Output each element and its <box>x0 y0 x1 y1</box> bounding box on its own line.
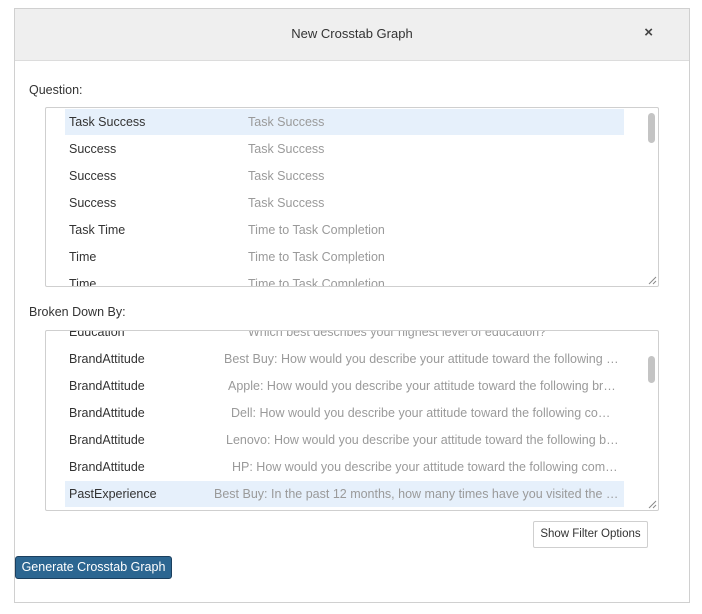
list-item-name: PastExperience <box>69 487 157 501</box>
list-item-description: Dell: How would you describe your attitu… <box>231 406 619 420</box>
breakdown-scrollbar[interactable] <box>645 332 657 496</box>
list-item[interactable]: PastExperience Best Buy: In the past 12 m… <box>65 481 624 507</box>
close-button[interactable]: × <box>644 25 653 40</box>
list-item-description: Task Success <box>248 196 325 210</box>
list-item-name: Success <box>69 196 117 210</box>
dialog-header: New Crosstab Graph × <box>15 9 689 61</box>
list-item-description: HP: How would you describe your attitude… <box>232 460 619 474</box>
list-item-description: Task Success <box>248 115 325 129</box>
list-item[interactable]: BrandAttitude HP: How would you describe … <box>65 454 624 480</box>
list-item[interactable]: BrandAttitude Lenovo: How would you descr… <box>65 427 624 453</box>
list-item-name: BrandAttitude <box>69 352 145 366</box>
list-item[interactable]: BrandAttitude Apple: How would you descri… <box>65 373 624 399</box>
list-item-name: Time <box>69 250 97 264</box>
list-item-description: Task Success <box>248 169 325 183</box>
generate-crosstab-graph-button[interactable]: Generate Crosstab Graph <box>15 556 172 579</box>
breakdown-list-rows: Education Which best describes your highe… <box>46 331 644 510</box>
list-item-name: BrandAttitude <box>69 433 145 447</box>
resize-grip-icon[interactable] <box>647 275 657 285</box>
broken-down-by-listbox[interactable]: Education Which best describes your highe… <box>45 330 659 511</box>
list-item[interactable]: Success Task Success <box>65 136 624 162</box>
show-filter-options-button[interactable]: Show Filter Options <box>533 521 648 548</box>
question-label: Question: <box>29 83 83 97</box>
dialog-title: New Crosstab Graph <box>291 26 413 41</box>
list-item-name: BrandAttitude <box>69 379 145 393</box>
list-item-description: Best Buy: In the past 12 months, how man… <box>214 487 619 501</box>
list-item-name: BrandAttitude <box>69 460 145 474</box>
question-scroll-thumb[interactable] <box>648 113 655 143</box>
list-item-name: Task Time <box>69 223 126 237</box>
broken-down-by-label: Broken Down By: <box>29 305 126 319</box>
list-item[interactable]: Time Time to Task Completion <box>65 271 624 286</box>
crosstab-dialog: New Crosstab Graph × Question: Task Succ… <box>14 8 690 603</box>
list-item-name: Success <box>69 169 117 183</box>
list-item[interactable]: BrandAttitude Dell: How would you describ… <box>65 400 624 426</box>
list-item-description: Task Success <box>248 142 325 156</box>
breakdown-scroll-thumb[interactable] <box>648 356 655 383</box>
list-item[interactable]: Success Task Success <box>65 190 624 216</box>
list-item-description: Apple: How would you describe your attit… <box>228 379 619 393</box>
list-item-description: Time to Task Completion <box>248 250 385 264</box>
list-item[interactable]: Task Success Task Success <box>65 109 624 135</box>
resize-grip-icon[interactable] <box>647 499 657 509</box>
question-scrollbar[interactable] <box>645 109 657 272</box>
list-item[interactable]: Task Time Time to Task Completion <box>65 217 624 243</box>
list-item-description: Time to Task Completion <box>248 223 385 237</box>
list-item-name: BrandAttitude <box>69 406 145 420</box>
list-item-name: Success <box>69 142 117 156</box>
list-item[interactable]: Success Task Success <box>65 163 624 189</box>
list-item-name: Time <box>69 277 97 286</box>
list-item[interactable]: BrandAttitude Best Buy: How would you des… <box>65 346 624 372</box>
list-item-description: Time to Task Completion <box>248 277 385 286</box>
question-listbox[interactable]: Task Success Task Success Success Task Succ… <box>45 107 659 287</box>
question-list-rows: Task Success Task Success Success Task Succ… <box>46 108 644 286</box>
list-item-description: Which best describes your highest level … <box>248 331 547 339</box>
list-item[interactable]: Education Which best describes your highe… <box>65 331 624 345</box>
list-item-name: Education <box>69 331 125 339</box>
list-item-description: Best Buy: How would you describe your at… <box>224 352 619 366</box>
list-item-name: Task Success <box>69 115 146 129</box>
list-item[interactable]: Time Time to Task Completion <box>65 244 624 270</box>
list-item-description: Lenovo: How would you describe your atti… <box>226 433 619 447</box>
